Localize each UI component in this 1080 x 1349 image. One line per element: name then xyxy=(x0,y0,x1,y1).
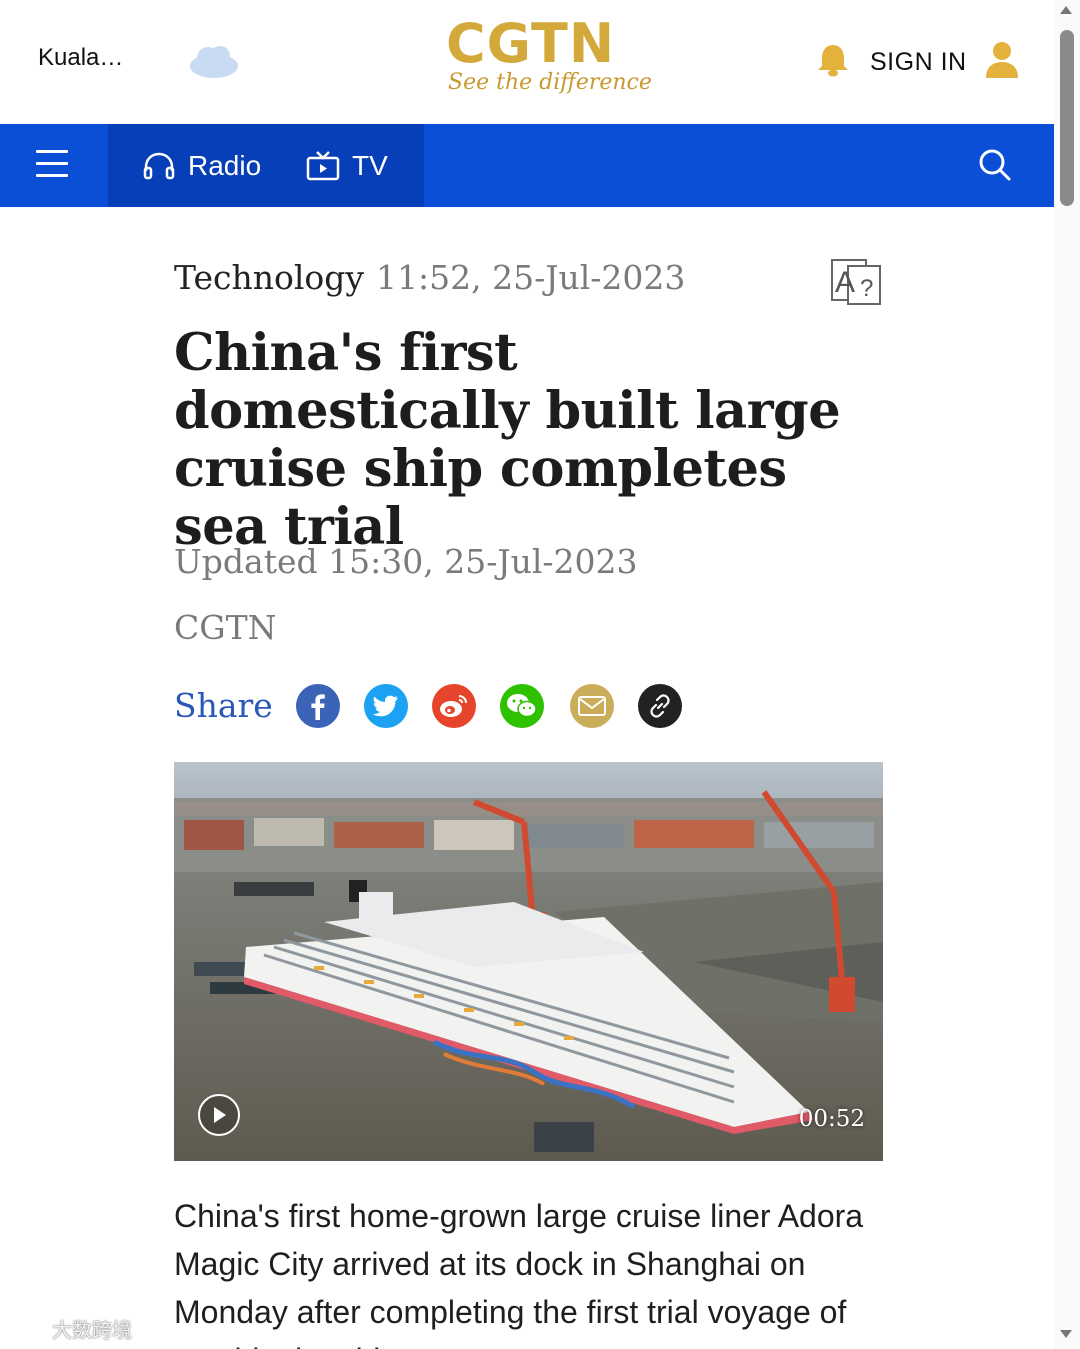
video-player[interactable]: 00:52 xyxy=(174,762,883,1161)
nav-item-radio[interactable]: Radio xyxy=(142,124,261,207)
hamburger-icon[interactable] xyxy=(36,150,72,182)
updated-date: Updated 15:30, 25-Jul-2023 xyxy=(174,542,638,581)
scroll-down-arrow[interactable] xyxy=(1060,1330,1072,1338)
watermark: 大数跨境 xyxy=(8,1312,132,1344)
headphones-icon xyxy=(142,151,176,181)
article-source: CGTN xyxy=(174,608,277,647)
video-duration: 00:52 xyxy=(798,1106,865,1132)
scroll-up-arrow[interactable] xyxy=(1060,6,1072,14)
tv-icon xyxy=(306,150,340,182)
nav-item-label: TV xyxy=(352,149,388,181)
main-nav: Radio TV xyxy=(0,124,1054,207)
video-thumbnail xyxy=(174,762,883,1161)
article-category[interactable]: Technology xyxy=(174,258,364,297)
page-scrollbar[interactable] xyxy=(1054,0,1080,1349)
wechat-icon[interactable] xyxy=(500,684,544,728)
article-body: China's first home-grown large cruise li… xyxy=(174,1198,864,1349)
twitter-icon[interactable] xyxy=(364,684,408,728)
sign-in-button[interactable]: SIGN IN xyxy=(870,48,967,77)
nav-item-label: Radio xyxy=(188,149,262,181)
top-header: Kuala… CGTN See the difference SIGN IN xyxy=(0,0,1054,124)
search-icon[interactable] xyxy=(978,148,1012,187)
weibo-icon[interactable] xyxy=(432,684,476,728)
watermark-text: 大数跨境 xyxy=(52,1319,132,1342)
nav-item-tv[interactable]: TV xyxy=(306,124,388,207)
article-headline: China's first domestically built large c… xyxy=(174,323,841,557)
translate-icon[interactable]: A ? xyxy=(830,258,884,313)
svg-text:A: A xyxy=(835,266,855,299)
share-label: Share xyxy=(174,686,273,725)
scroll-thumb[interactable] xyxy=(1060,30,1074,206)
publish-date: 11:52, 25-Jul-2023 xyxy=(376,258,686,297)
logo-tagline: See the difference xyxy=(448,70,652,95)
watermark-logo-icon xyxy=(8,1312,48,1344)
article-meta: Technology 11:52, 25-Jul-2023 A ? xyxy=(174,258,884,308)
play-icon[interactable] xyxy=(198,1094,240,1136)
logo-text: CGTN xyxy=(446,12,616,75)
facebook-icon[interactable] xyxy=(296,684,340,728)
link-icon[interactable] xyxy=(638,684,682,728)
bell-icon[interactable] xyxy=(816,42,850,83)
svg-text:?: ? xyxy=(860,275,873,302)
cgtn-logo[interactable]: CGTN See the difference xyxy=(444,12,652,106)
cloud-icon xyxy=(186,44,242,85)
location-label[interactable]: Kuala… xyxy=(38,44,123,72)
email-icon[interactable] xyxy=(570,684,614,728)
user-icon[interactable] xyxy=(984,40,1020,85)
